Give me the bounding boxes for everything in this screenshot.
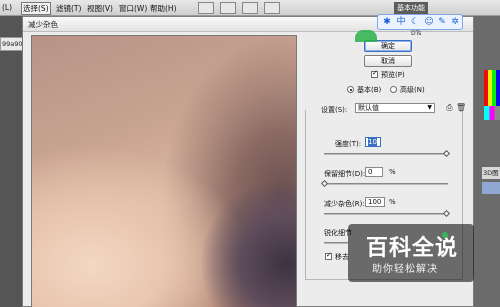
watermark-subtitle: 助你轻松解决 bbox=[372, 264, 438, 275]
smiley-icon[interactable]: ☺ bbox=[423, 16, 435, 28]
mode-advanced-label: 高级(N) bbox=[400, 86, 425, 94]
preview-image[interactable] bbox=[31, 35, 297, 307]
chevron-down-icon: ▼ bbox=[427, 104, 432, 111]
reduce-color-noise-input[interactable]: 100 bbox=[365, 197, 385, 207]
gear-icon[interactable]: ✲ bbox=[449, 16, 461, 28]
strength-label: 强度(T): bbox=[335, 140, 362, 148]
reduce-color-noise-label: 减少杂色(R): bbox=[324, 200, 365, 208]
preserve-details-value: 0 bbox=[368, 168, 373, 176]
ime-mode-label[interactable]: 中 bbox=[395, 16, 407, 28]
pen-icon[interactable]: ✎ bbox=[436, 16, 448, 28]
remove-jpeg-checkbox[interactable] bbox=[325, 251, 332, 260]
ime-toolbar: ✱ 中 ☾ ☺ ✎ ✲ bbox=[377, 14, 463, 30]
delete-preset-icon[interactable]: 🗑 bbox=[456, 103, 466, 112]
reduce-color-noise-unit: % bbox=[389, 198, 396, 206]
settings-value: 默认值 bbox=[358, 104, 379, 112]
menu-window[interactable]: 窗口(W) bbox=[119, 3, 147, 14]
arrange-icon[interactable] bbox=[242, 2, 258, 14]
remove-jpeg-label: 移去 bbox=[335, 253, 349, 261]
menu-filter[interactable]: 滤镜(T) bbox=[56, 3, 81, 14]
menu-select[interactable]: 选择(S) bbox=[21, 2, 51, 15]
screen-mode-icon[interactable] bbox=[264, 2, 280, 14]
zoom-icon[interactable] bbox=[220, 2, 236, 14]
menu-help[interactable]: 帮助(H) bbox=[150, 3, 177, 14]
preserve-details-input[interactable]: 0 bbox=[365, 167, 383, 177]
workspace-button[interactable]: 基本功能 bbox=[394, 2, 428, 14]
reduce-color-noise-value: 100 bbox=[368, 198, 382, 206]
ime-dts-label: DTs bbox=[411, 30, 422, 37]
menu-prefix[interactable]: (L) bbox=[2, 3, 12, 12]
dialog-title: 减少杂色 bbox=[28, 20, 58, 29]
ps-tools-strip bbox=[0, 16, 22, 307]
strength-value: 10 bbox=[368, 138, 377, 146]
preserve-details-slider[interactable] bbox=[324, 183, 448, 185]
moon-icon[interactable]: ☾ bbox=[409, 16, 421, 28]
paw-icon[interactable]: ✱ bbox=[381, 16, 393, 28]
layer-label[interactable]: 3D图层1 bbox=[482, 167, 500, 179]
sharpen-details-slider[interactable] bbox=[324, 242, 348, 244]
mode-advanced-radio[interactable] bbox=[390, 86, 397, 93]
watermark-logo-icon bbox=[442, 232, 448, 238]
strength-slider[interactable] bbox=[324, 153, 448, 155]
settings-dropdown[interactable]: 默认值 ▼ bbox=[355, 103, 435, 113]
strength-input[interactable]: 10 bbox=[365, 137, 381, 147]
reduce-color-noise-slider[interactable] bbox=[324, 213, 448, 215]
cancel-button[interactable]: 取消 bbox=[364, 55, 412, 67]
preview-label: 预览(P) bbox=[381, 71, 405, 79]
swatches-panel[interactable] bbox=[484, 70, 500, 106]
mode-basic-label: 基本(B) bbox=[357, 86, 382, 94]
preserve-details-label: 保留细节(D): bbox=[324, 170, 366, 178]
swatches-panel-lower[interactable] bbox=[484, 106, 500, 120]
floating-ball-icon[interactable] bbox=[355, 30, 377, 42]
mode-basic-radio[interactable] bbox=[347, 86, 354, 93]
options-icon[interactable] bbox=[198, 2, 214, 14]
preserve-details-unit: % bbox=[389, 168, 396, 176]
save-preset-icon[interactable]: ⎙ bbox=[445, 103, 454, 112]
settings-label: 设置(S): bbox=[321, 106, 348, 114]
menu-view[interactable]: 视图(V) bbox=[87, 3, 113, 14]
layer-item[interactable] bbox=[482, 182, 500, 194]
preview-checkbox[interactable] bbox=[371, 69, 378, 78]
